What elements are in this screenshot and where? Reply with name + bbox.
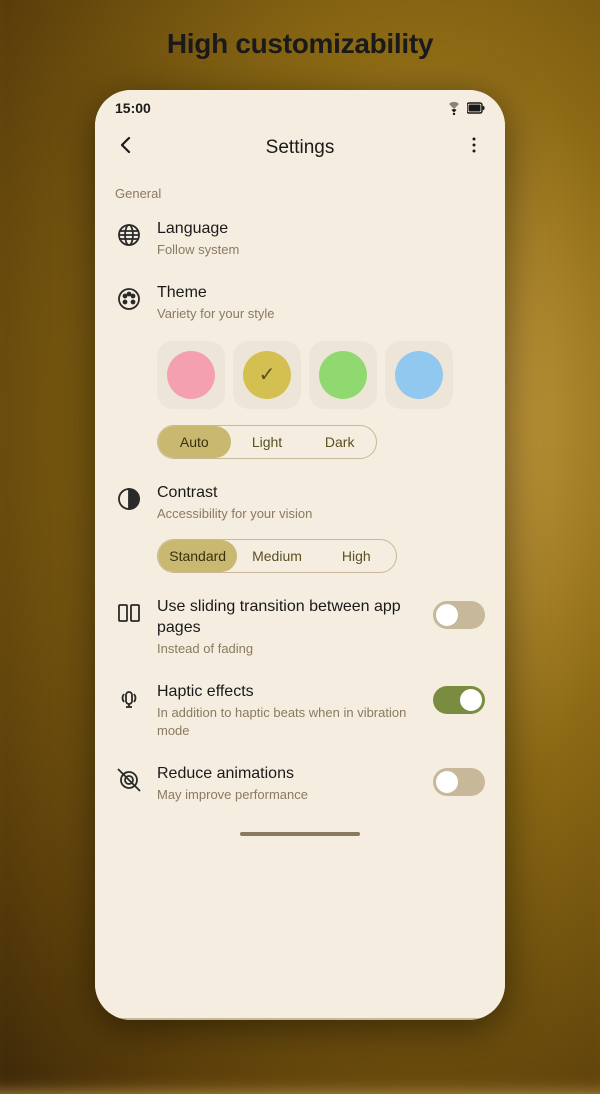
animations-subtitle: May improve performance (157, 786, 419, 804)
status-bar: 15:00 (95, 90, 505, 122)
animations-title: Reduce animations (157, 764, 419, 785)
theme-item: Theme Variety for your style (95, 271, 505, 335)
sliding-subtitle: Instead of fading (157, 640, 419, 658)
contrast-item: Contrast Accessibility for your vision (95, 471, 505, 535)
sliding-toggle[interactable] (433, 601, 485, 629)
swatch-pink-circle (167, 351, 215, 399)
sliding-text: Use sliding transition between app pages… (157, 597, 419, 658)
sliding-item: Use sliding transition between app pages… (95, 585, 505, 670)
contrast-icon (115, 485, 143, 513)
page-title: High customizability (167, 28, 433, 59)
contrast-medium-btn[interactable]: Medium (237, 540, 316, 572)
back-button[interactable] (111, 130, 141, 166)
page-title-area: High customizability (0, 28, 600, 60)
settings-title: Settings (141, 137, 459, 159)
phone-frame: 15:00 Settings (95, 90, 505, 1020)
swatch-checkmark: ✓ (259, 362, 276, 387)
settings-content: General Language Follow system (95, 178, 505, 1018)
contrast-text: Contrast Accessibility for your vision (157, 483, 485, 523)
language-title: Language (157, 219, 485, 240)
bottom-indicator (240, 832, 360, 836)
swatch-green[interactable] (309, 341, 377, 409)
contrast-title: Contrast (157, 483, 485, 504)
haptic-subtitle: In addition to haptic beats when in vibr… (157, 704, 419, 740)
swatch-yellow[interactable]: ✓ (233, 341, 301, 409)
swatch-blue[interactable] (385, 341, 453, 409)
palette-icon (115, 285, 143, 313)
haptic-text: Haptic effects In addition to haptic bea… (157, 682, 419, 740)
theme-subtitle: Variety for your style (157, 305, 485, 323)
theme-dark-btn[interactable]: Dark (303, 426, 376, 458)
swatch-blue-circle (395, 351, 443, 399)
swatch-yellow-circle: ✓ (243, 351, 291, 399)
haptic-icon (115, 684, 143, 712)
theme-toggle[interactable]: Auto Light Dark (157, 425, 377, 459)
haptic-item: Haptic effects In addition to haptic bea… (95, 670, 505, 752)
contrast-standard-btn[interactable]: Standard (158, 540, 237, 572)
more-button[interactable] (459, 130, 489, 166)
swatch-green-circle (319, 351, 367, 399)
contrast-high-btn[interactable]: High (317, 540, 396, 572)
animations-toggle[interactable] (433, 768, 485, 796)
theme-text: Theme Variety for your style (157, 283, 485, 323)
wifi-icon (446, 101, 462, 115)
theme-light-btn[interactable]: Light (231, 426, 304, 458)
swatch-pink[interactable] (157, 341, 225, 409)
haptic-title: Haptic effects (157, 682, 419, 703)
sliding-title: Use sliding transition between app pages (157, 597, 419, 639)
animations-item: Reduce animations May improve performanc… (95, 752, 505, 816)
status-icons (446, 101, 485, 115)
section-general-label: General (95, 178, 505, 207)
language-item[interactable]: Language Follow system (95, 207, 505, 271)
animations-text: Reduce animations May improve performanc… (157, 764, 419, 804)
haptic-toggle-knob (460, 689, 482, 711)
language-text: Language Follow system (157, 219, 485, 259)
battery-icon (467, 102, 485, 114)
contrast-subtitle: Accessibility for your vision (157, 505, 485, 523)
theme-auto-btn[interactable]: Auto (158, 426, 231, 458)
status-time: 15:00 (115, 100, 151, 116)
haptic-toggle[interactable] (433, 686, 485, 714)
globe-icon (115, 221, 143, 249)
contrast-toggle[interactable]: Standard Medium High (157, 539, 397, 573)
pages-icon (115, 599, 143, 627)
animations-icon (115, 766, 143, 794)
animations-toggle-knob (436, 771, 458, 793)
sliding-toggle-knob (436, 604, 458, 626)
color-swatches: ✓ (95, 335, 505, 421)
top-bar: Settings (95, 122, 505, 178)
theme-title: Theme (157, 283, 485, 304)
language-subtitle: Follow system (157, 241, 485, 259)
